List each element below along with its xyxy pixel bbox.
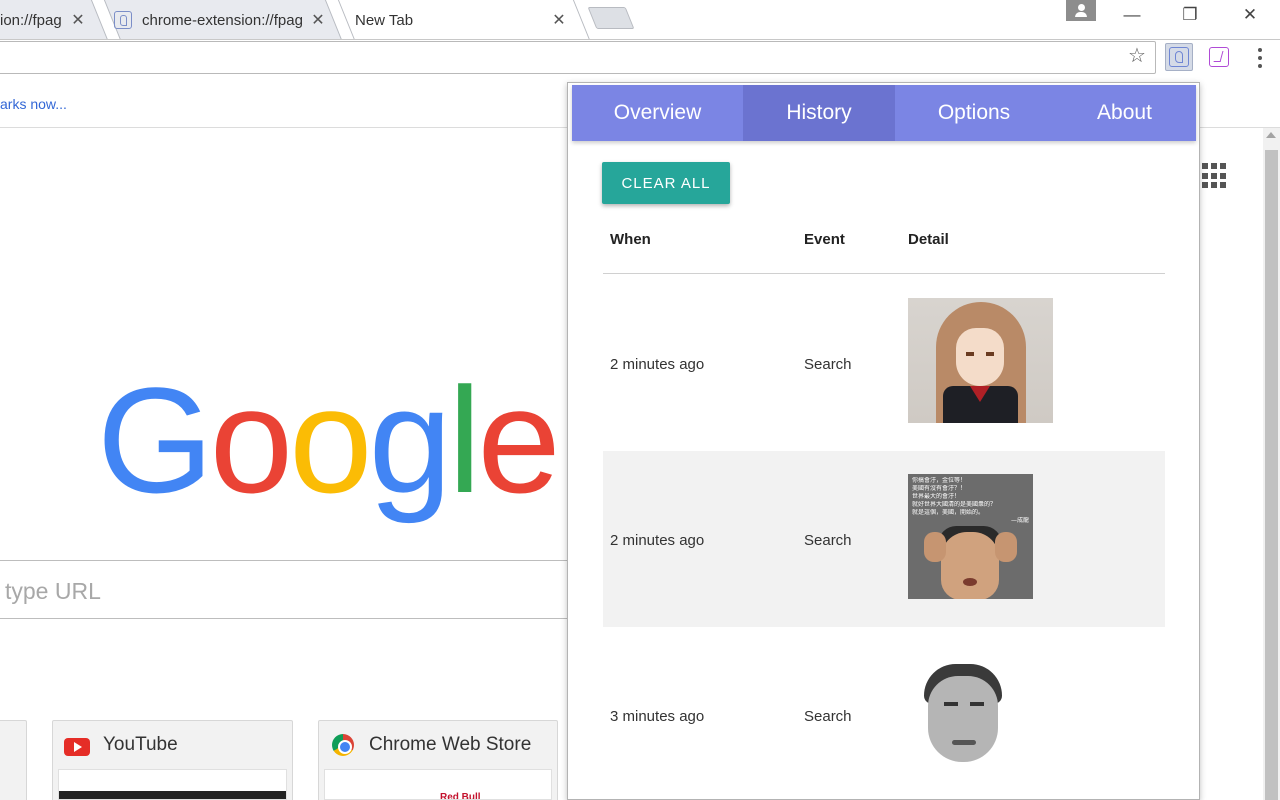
logo-letter: e [477, 356, 560, 524]
logo-letter: o [289, 356, 372, 524]
table-row: 2 minutes ago Search 你搞會汙，金位等！ 美國有沒有會汙？！… [603, 451, 1165, 627]
youtube-icon [64, 738, 90, 756]
most-visited-tile[interactable] [0, 720, 27, 800]
new-tab-button[interactable] [587, 7, 635, 29]
column-header-event: Event [804, 231, 845, 248]
logo-letter: o [209, 356, 293, 524]
tab-extension-1[interactable]: ion://fpag ✕ [0, 0, 98, 40]
detail-thumbnail[interactable] [908, 662, 1008, 767]
table-header-divider [603, 273, 1165, 274]
most-visited-tile-web-store[interactable]: Chrome Web Store Red Bull [318, 720, 558, 800]
meme-caption-line: 就是這個，美國，開始的。 [912, 509, 985, 516]
anime-girl-image [908, 298, 1053, 423]
tab-title: New Tab [355, 11, 414, 29]
tab-strip: ion://fpag ✕ chrome-extension://fpag ✕ N… [0, 0, 1280, 40]
bookmark-star-icon[interactable]: ☆ [1126, 45, 1148, 67]
scroll-up-arrow-icon[interactable] [1266, 132, 1276, 138]
tab-title: ion://fpag [0, 11, 62, 29]
extension-lightning-icon [1209, 47, 1229, 67]
cell-when: 2 minutes ago [610, 532, 705, 549]
most-visited-tile-youtube[interactable]: YouTube [52, 720, 293, 800]
column-header-detail: Detail [908, 231, 949, 248]
tab-history[interactable]: History [743, 85, 895, 141]
tab-extension-2[interactable]: chrome-extension://fpag ✕ [100, 0, 338, 40]
popup-nav: Overview History Options About [572, 85, 1196, 141]
table-row: 2 minutes ago Search [603, 275, 1165, 451]
tab-close-icon[interactable]: ✕ [308, 10, 328, 30]
address-bar[interactable] [0, 41, 1156, 74]
tile-title: Chrome Web Store [369, 734, 532, 755]
detail-thumbnail[interactable] [908, 298, 1053, 423]
thumbnail-text: Red Bull [440, 792, 481, 800]
tab-new-tab[interactable]: New Tab ✕ [341, 0, 579, 40]
close-window-button[interactable]: ✕ [1222, 0, 1278, 30]
apps-grid-icon[interactable] [1202, 163, 1228, 189]
extension-favicon-icon [114, 11, 132, 29]
logo-letter: G [97, 356, 214, 524]
google-search-box[interactable]: type URL [0, 560, 568, 619]
search-placeholder: type URL [5, 578, 101, 604]
profile-icon[interactable] [1066, 0, 1096, 21]
meme-caption-line: —成龍 [1010, 517, 1029, 524]
tile-title: YouTube [103, 734, 178, 755]
table-row: 3 minutes ago Search [603, 627, 1165, 799]
extension-popup: Overview History Options About CLEAR ALL… [567, 82, 1200, 800]
tile-thumbnail [58, 769, 287, 800]
meme-caption-line: 你搞會汙，金位等！ [912, 477, 967, 484]
cell-when: 2 minutes ago [610, 356, 705, 373]
tab-options[interactable]: Options [895, 85, 1053, 141]
clear-all-button[interactable]: CLEAR ALL [602, 162, 730, 204]
jackie-chan-meme-image: 你搞會汙，金位等！ 美國有沒有會汙？！ 世界最大的會汙！ 就好世界大國清的是美國… [908, 474, 1033, 599]
meme-caption-line: 美國有沒有會汙？！ [912, 485, 967, 492]
toolbar: ☆ [0, 40, 1280, 80]
chrome-menu-icon[interactable] [1252, 46, 1268, 70]
minimize-button[interactable]: — [1104, 0, 1160, 30]
tab-title: chrome-extension://fpag [142, 11, 302, 29]
meme-caption-line: 世界最大的會汙！ [912, 493, 961, 500]
logo-letter: l [448, 356, 481, 524]
import-bookmarks-link[interactable]: arks now... [0, 96, 67, 112]
cell-event: Search [804, 532, 852, 549]
chrome-web-store-icon [332, 734, 354, 756]
extension-button-2[interactable] [1205, 43, 1233, 71]
google-logo: Google [97, 356, 561, 524]
cell-when: 3 minutes ago [610, 708, 705, 725]
scrollbar-thumb[interactable] [1265, 150, 1278, 800]
detail-thumbnail[interactable]: 你搞會汙，金位等！ 美國有沒有會汙？！ 世界最大的會汙！ 就好世界大國清的是美國… [908, 474, 1033, 599]
tab-close-icon[interactable]: ✕ [68, 10, 88, 30]
restore-button[interactable]: ❐ [1162, 0, 1218, 30]
cell-event: Search [804, 356, 852, 373]
cell-event: Search [804, 708, 852, 725]
extension-icon [1169, 47, 1189, 67]
kappa-face-image [918, 662, 1008, 767]
meme-caption-line: 就好世界大國清的是美國衆的？ [912, 501, 997, 508]
tab-close-icon[interactable]: ✕ [549, 10, 569, 30]
column-header-when: When [610, 231, 651, 248]
extension-button-active[interactable] [1165, 43, 1193, 71]
tile-thumbnail: Red Bull [324, 769, 552, 800]
tab-about[interactable]: About [1053, 85, 1196, 141]
logo-letter: g [368, 356, 452, 524]
tab-overview[interactable]: Overview [572, 85, 743, 141]
